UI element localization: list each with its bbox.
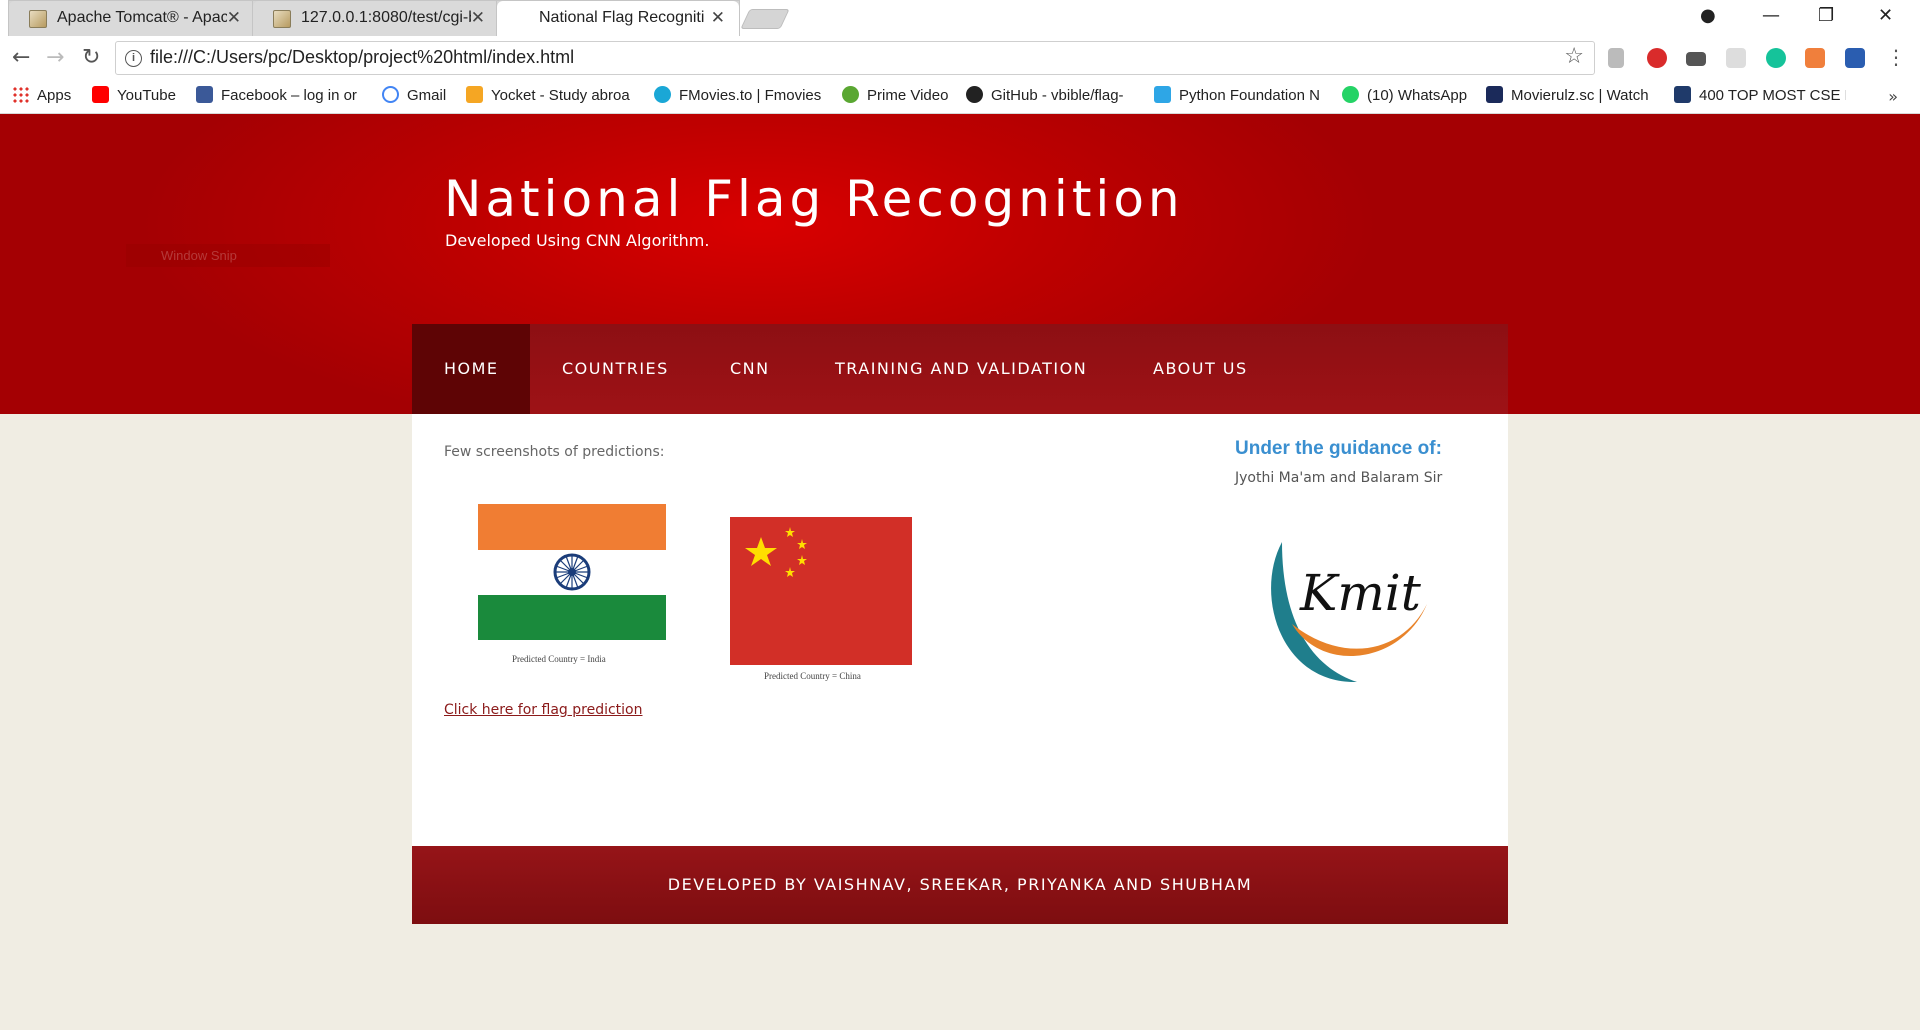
more-bookmarks-icon[interactable]: » [1888,87,1898,106]
footer-credits: DEVELOPED BY VAISHNAV, SREEKAR, PRIYANKA… [667,875,1253,894]
india-flag [478,504,666,640]
close-window-icon[interactable]: ✕ [1878,5,1893,26]
bookmark-facebook[interactable]: Facebook – log in or [196,86,360,108]
forward-icon[interactable]: → [46,45,64,70]
bookmark-movierulz[interactable]: Movierulz.sc | Watch [1486,86,1652,108]
browser-toolbar: ← → ↻ i file:///C:/Users/pc/Desktop/proj… [0,36,1920,80]
china-caption: Predicted Country = China [764,671,861,681]
nav-home[interactable]: HOME [412,324,530,414]
grammarly-icon[interactable] [1766,48,1786,68]
site-title: National Flag Recognition [444,170,1184,228]
tab-tomcat[interactable]: Apache Tomcat® - Apac ✕ [8,0,256,36]
engineering-icon [1674,86,1691,103]
url-text[interactable]: file:///C:/Users/pc/Desktop/project%20ht… [150,47,574,68]
fmovies-icon [654,86,671,103]
bookmark-prime-video[interactable]: Prime Video [842,86,948,108]
nav-cnn[interactable]: CNN [730,324,770,414]
new-tab-button[interactable] [740,9,790,29]
youtube-icon [92,86,109,103]
tab-title: 127.0.0.1:8080/test/cgi-b [301,9,471,26]
github-icon [966,86,983,103]
extension-icon[interactable] [1726,48,1746,68]
minimize-icon[interactable]: — [1762,5,1780,26]
nav-countries[interactable]: COUNTRIES [562,324,669,414]
tomcat-favicon-icon [29,10,47,28]
tab-title: National Flag Recognitio [539,9,704,26]
apps-grid-icon [12,86,29,103]
udacity-icon [1154,86,1171,103]
bookmark-cse[interactable]: 400 TOP MOST CSE L [1674,86,1846,108]
nav-about-us[interactable]: ABOUT US [1153,324,1248,414]
bookmark-apps[interactable]: Apps [12,86,71,108]
bookmark-yocket[interactable]: Yocket - Study abroa [466,86,638,108]
bookmark-gmail[interactable]: Gmail [382,86,446,108]
facebook-icon [196,86,213,103]
main-nav: HOME COUNTRIES CNN TRAINING AND VALIDATI… [412,324,1508,414]
tomcat-favicon-icon [273,10,291,28]
site-subtitle: Developed Using CNN Algorithm. [445,231,710,250]
off-extension-icon[interactable] [1686,52,1706,66]
site-footer: DEVELOPED BY VAISHNAV, SREEKAR, PRIYANKA… [412,846,1508,924]
india-caption: Predicted Country = India [512,654,606,664]
flag-prediction-link[interactable]: Click here for flag prediction [444,702,642,718]
tab-strip: Apache Tomcat® - Apac ✕ 127.0.0.1:8080/t… [0,0,1920,132]
bookmark-github[interactable]: GitHub - vbible/flag- [966,86,1138,108]
tab-cgi[interactable]: 127.0.0.1:8080/test/cgi-b ✕ [252,0,500,36]
prime-video-icon [842,86,859,103]
google-icon [382,86,399,103]
extension-icon[interactable] [1805,48,1825,68]
bookmark-fmovies[interactable]: FMovies.to | Fmovies [654,86,826,108]
close-tab-icon[interactable]: ✕ [227,8,241,28]
close-tab-icon[interactable]: ✕ [471,8,485,28]
restore-icon[interactable]: ❐ [1818,5,1834,26]
guidance-names: Jyothi Ma'am and Balaram Sir [1235,470,1443,486]
yocket-icon [466,86,483,103]
close-tab-icon[interactable]: ✕ [711,8,725,28]
whatsapp-icon [1342,86,1359,103]
extension-icon[interactable] [1608,48,1624,68]
bookmarks-bar: Apps YouTube Facebook – log in or Gmail … [0,80,1920,114]
tab-national-flag[interactable]: National Flag Recognitio ✕ [496,0,740,132]
back-icon[interactable]: ← [12,45,30,70]
bookmark-star-icon[interactable]: ☆ [1564,44,1584,69]
news-extension-icon[interactable] [1845,48,1865,68]
guidance-title: Under the guidance of: [1235,438,1442,459]
info-icon[interactable]: i [125,50,142,67]
china-flag [730,517,912,665]
kmit-logo-text: Kmit [1300,564,1421,622]
bookmark-python-foundation[interactable]: Python Foundation N [1154,86,1326,108]
address-bar[interactable]: i file:///C:/Users/pc/Desktop/project%20… [115,41,1595,75]
nav-training-validation[interactable]: TRAINING AND VALIDATION [835,324,1087,414]
adblock-icon[interactable] [1647,48,1667,68]
tab-title: Apache Tomcat® - Apac [57,9,227,26]
menu-icon[interactable]: ⋮ [1886,45,1906,69]
page: Window Snip National Flag Recognition De… [0,114,1920,1030]
kmit-logo: Kmit [1262,534,1442,699]
main-content: Few screenshots of predictions: Predicte… [412,414,1508,846]
intro-text: Few screenshots of predictions: [444,444,665,460]
bookmark-youtube[interactable]: YouTube [92,86,176,108]
movierulz-icon [1486,86,1503,103]
profile-icon[interactable]: ● [1700,5,1716,26]
reload-icon[interactable]: ↻ [82,45,100,70]
bookmark-whatsapp[interactable]: (10) WhatsApp [1342,86,1467,108]
window-snip-overlay: Window Snip [126,244,330,267]
